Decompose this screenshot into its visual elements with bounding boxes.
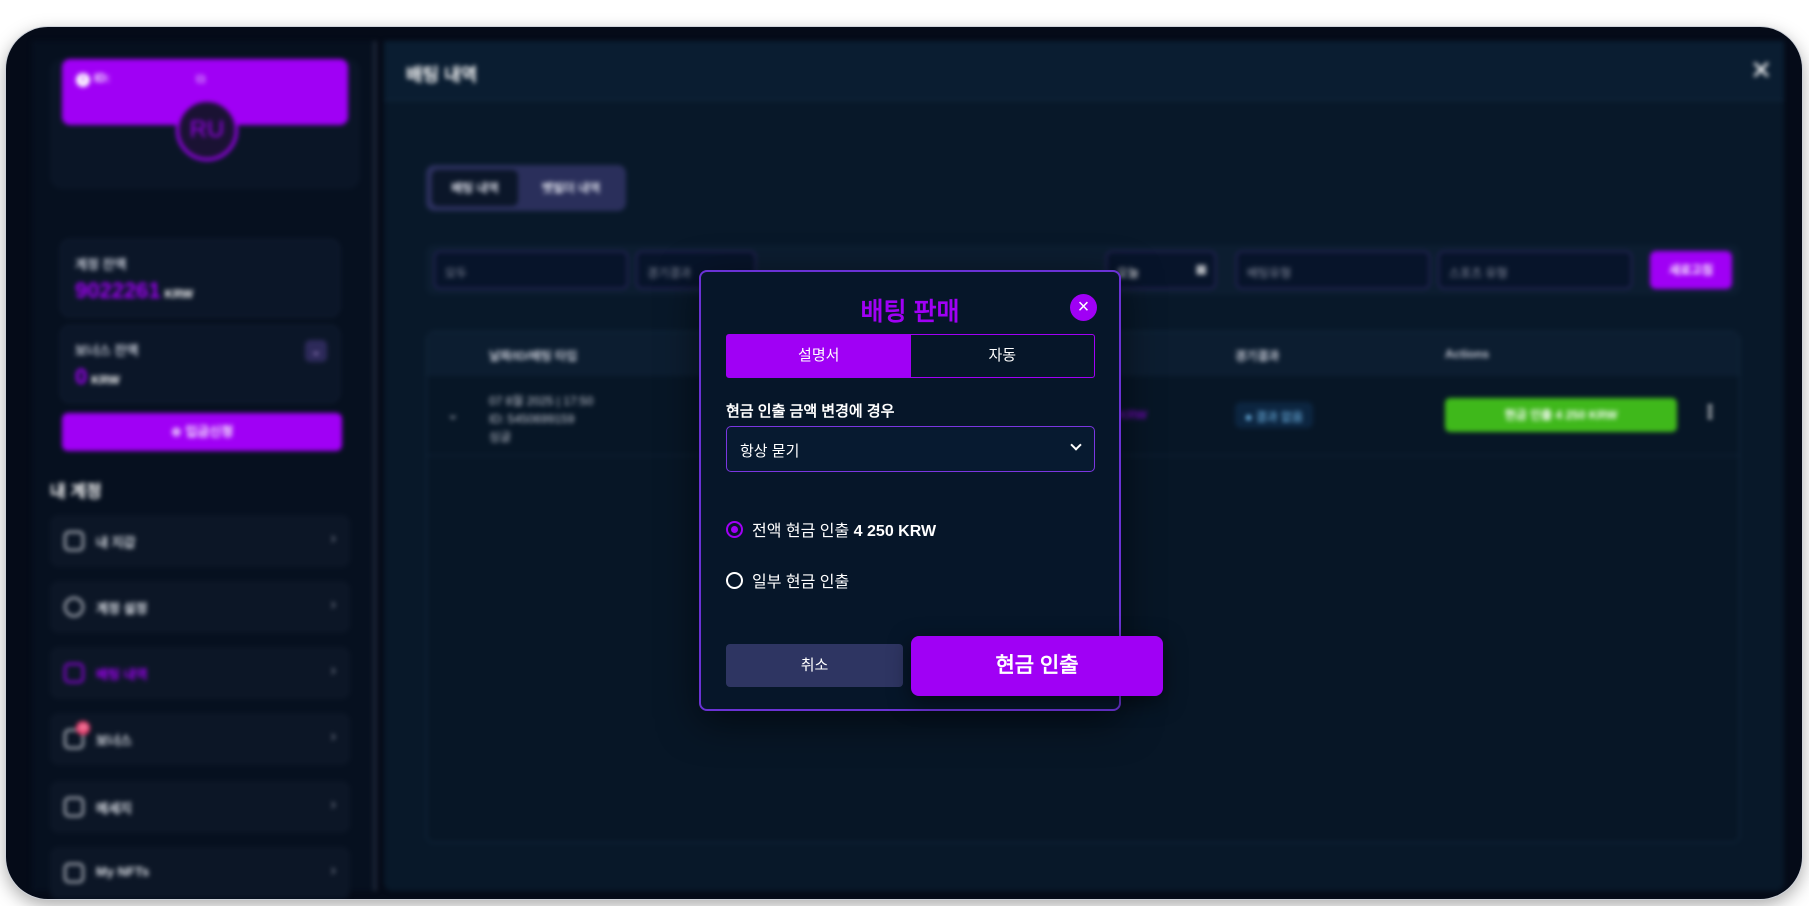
sidebar-item-bonus[interactable]: 10 보너스 ›: [50, 713, 350, 765]
sell-bet-modal: 배팅 판매 × 설명서 자동 현금 인출 금액 변경에 경우 항상 묻기 전액 …: [699, 270, 1163, 711]
tab-bet-history[interactable]: 배팅 내역: [432, 170, 518, 206]
wallet-icon: [64, 531, 84, 551]
calendar-icon: ▦: [1195, 262, 1207, 276]
close-icon[interactable]: ×: [1070, 294, 1097, 321]
chevron-down-icon[interactable]: ⌄: [305, 340, 327, 362]
history-tabs: 배팅 내역 벳빌더 내역: [426, 165, 626, 211]
cancel-button[interactable]: 취소: [726, 644, 903, 687]
bet-id: ID: 5450699159: [489, 412, 575, 426]
info-icon: i: [76, 73, 90, 87]
sidebar-item-label: 내 지갑: [96, 535, 136, 550]
chevron-right-icon: ›: [330, 796, 336, 813]
bonus-balance-label: 보너스 잔액: [75, 343, 139, 358]
cashout-button[interactable]: 현금 인출: [911, 636, 1163, 696]
bet-type-placeholder: 배팅유형: [1247, 266, 1292, 280]
deposit-button[interactable]: ⊕ 입금신청: [62, 413, 342, 451]
account-balance-value: 9022261 KRW: [75, 278, 194, 303]
chevron-down-icon: [1070, 439, 1082, 451]
bet-date: 07 8월 2025 | 17:50: [489, 394, 594, 408]
bet-info: 07 8월 2025 | 17:50 ID: 5450699159 싱글: [489, 392, 593, 446]
bet-type-filter[interactable]: 배팅유형: [1236, 251, 1430, 289]
mode-tabs: 설명서 자동: [726, 334, 1095, 378]
sidebar-item-label: 보너스: [96, 733, 132, 748]
status-filter[interactable]: 모두: [434, 251, 628, 289]
crown-icon: [64, 863, 84, 883]
sidebar-item-account-settings[interactable]: 계정 설정 ›: [50, 581, 350, 633]
sidebar-item-bet-history[interactable]: 배팅 내역 ›: [50, 647, 350, 699]
bet-type: 싱글: [489, 430, 512, 444]
account-balance-label: 계정 잔액: [75, 257, 127, 272]
bet-currency: KRW: [1119, 408, 1147, 422]
amount-change-select[interactable]: 항상 묻기: [726, 426, 1095, 472]
row-cashout-button[interactable]: 현금 인출 4 250 KRW: [1445, 398, 1677, 432]
account-balance-card: 계정 잔액 9022261 KRW: [60, 239, 340, 317]
sport-type-placeholder: 스포츠 유형: [1449, 266, 1508, 280]
full-cashout-option[interactable]: 전액 현금 인출 4 250 KRW: [726, 517, 936, 541]
sidebar-item-label: My NFTs: [96, 864, 150, 879]
status-badge: ● 결과 없음: [1235, 402, 1314, 428]
tab-manual[interactable]: 설명서: [727, 335, 911, 377]
date-filter[interactable]: 오늘 ▦: [1106, 251, 1216, 289]
dot-icon: ●: [1245, 410, 1256, 424]
close-icon[interactable]: ✕: [1750, 55, 1772, 86]
refresh-button[interactable]: 새로고침: [1650, 251, 1732, 289]
plus-icon: ⊕: [170, 424, 186, 439]
sidebar-item-nfts[interactable]: My NFTs ›: [50, 847, 350, 899]
partial-cashout-label: 일부 현금 인출: [752, 574, 850, 591]
select-value: 항상 묻기: [740, 443, 800, 460]
chevron-right-icon: ›: [330, 662, 336, 679]
column-header: 경기결과: [1235, 349, 1280, 363]
copy-icon[interactable]: ⧉: [196, 71, 205, 87]
my-account-title: 내 계정: [50, 482, 102, 501]
history-icon: [64, 663, 84, 683]
tab-auto[interactable]: 자동: [911, 335, 1095, 377]
tab-betbuilder-history[interactable]: 벳빌더 내역: [522, 170, 620, 206]
profile-card: i ID: ⧉ RU: [50, 59, 360, 189]
amount-change-label: 현금 인출 금액 변경에 경우: [726, 403, 895, 420]
radio-unchecked-icon[interactable]: [726, 571, 743, 589]
avatar[interactable]: RU: [176, 99, 238, 161]
sidebar-item-label: 메세지: [96, 801, 132, 816]
sidebar-item-label: 계정 설정: [96, 601, 148, 616]
status-filter-value: 모두: [445, 266, 468, 280]
app-window: i ID: ⧉ RU 계정 잔액 9022261 KRW 보너스 잔액 ⌄ 0 KRW: [6, 27, 1802, 899]
bonus-balance-value: 0 KRW: [75, 364, 120, 389]
sidebar-item-wallet[interactable]: 내 지갑 ›: [50, 515, 350, 567]
chevron-down-icon[interactable]: ⌄: [447, 406, 459, 423]
full-cashout-label: 전액 현금 인출 4 250 KRW: [752, 523, 937, 540]
profile-id: i ID:: [76, 71, 110, 87]
modal-title: 배팅 판매: [860, 298, 960, 326]
more-options-icon[interactable]: ⋮: [1701, 402, 1719, 423]
message-icon: [64, 797, 84, 817]
column-header: Actions: [1445, 347, 1490, 361]
notification-badge: 10: [76, 721, 90, 735]
user-settings-icon: [64, 597, 84, 617]
sport-type-filter[interactable]: 스포츠 유형: [1438, 251, 1632, 289]
chevron-right-icon: ›: [330, 596, 336, 613]
chevron-right-icon: ›: [330, 530, 336, 547]
panel-header: 배팅 내역 ✕: [384, 41, 1784, 101]
chevron-right-icon: ›: [330, 728, 336, 745]
chevron-right-icon: ›: [330, 862, 336, 879]
column-header: 날짜/ID/배팅 타입: [489, 349, 578, 363]
sidebar: i ID: ⧉ RU 계정 잔액 9022261 KRW 보너스 잔액 ⌄ 0 KRW: [32, 41, 377, 899]
page-title: 배팅 내역: [406, 65, 478, 85]
result-filter-value: 경기결과: [647, 266, 692, 280]
partial-cashout-option[interactable]: 일부 현금 인출: [726, 568, 849, 592]
sidebar-item-messages[interactable]: 메세지 ›: [50, 781, 350, 833]
radio-checked-icon[interactable]: [726, 520, 743, 538]
sidebar-item-label: 배팅 내역: [96, 667, 148, 682]
bonus-balance-card: 보너스 잔액 ⌄ 0 KRW: [60, 325, 340, 403]
